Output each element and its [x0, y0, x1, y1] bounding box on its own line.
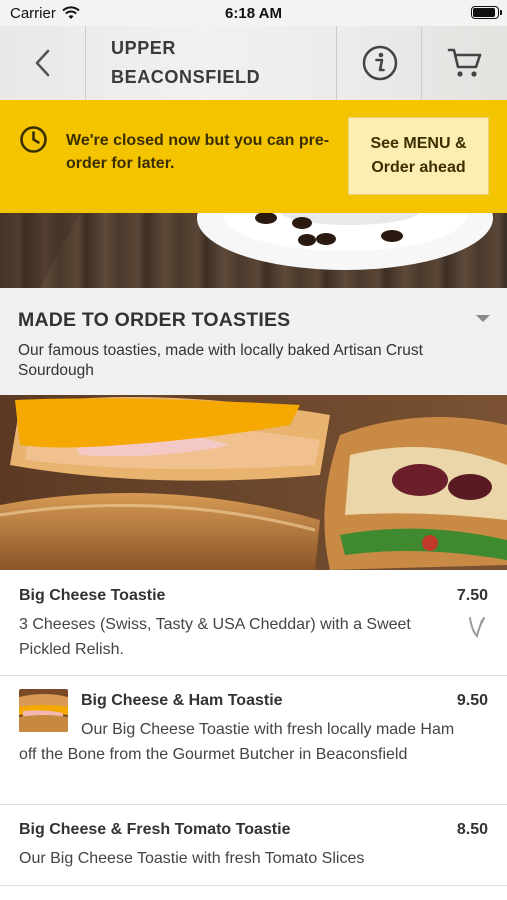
back-button[interactable] — [0, 26, 86, 100]
item-name: Big Cheese & Ham Toastie — [81, 692, 283, 709]
category-header[interactable]: MADE TO ORDER TOASTIES Our famous toasti… — [0, 288, 507, 395]
item-name: Big Cheese & Fresh Tomato Toastie — [19, 821, 291, 838]
menu-item[interactable]: Big Cheese & Ham Toastie 9.50 Our Big Ch… — [0, 676, 507, 805]
menu-item[interactable]: Big Cheese Toastie 7.50 3 Cheeses (Swiss… — [0, 571, 507, 676]
status-bar: Carrier 6:18 AM — [0, 0, 507, 26]
info-button[interactable] — [336, 26, 422, 100]
coffee-hero-image — [0, 213, 507, 288]
item-price: 7.50 — [456, 587, 488, 604]
store-title: UPPER BEACONSFIELD — [111, 38, 261, 87]
vegetarian-leaf-icon — [469, 617, 485, 638]
item-description: 3 Cheeses (Swiss, Tasty & USA Cheddar) w… — [19, 616, 411, 658]
item-description: Our Big Cheese Toastie with fresh Tomato… — [19, 850, 365, 867]
category-title: MADE TO ORDER TOASTIES — [18, 309, 291, 331]
chevron-left-icon — [35, 49, 50, 77]
menu-item[interactable]: Big Cheese & Fresh Tomato Toastie 8.50 O… — [0, 805, 507, 886]
cart-button[interactable] — [422, 26, 507, 100]
item-name: Big Cheese Toastie — [19, 587, 166, 604]
cart-icon — [447, 48, 482, 77]
toastie-hero-image — [0, 395, 507, 570]
info-icon — [362, 45, 398, 81]
item-price: 8.50 — [456, 821, 488, 838]
top-nav-bar: UPPER BEACONSFIELD — [0, 26, 507, 100]
battery-icon — [471, 6, 502, 19]
category-description: Our famous toasties, made with locally b… — [18, 342, 423, 379]
closed-message: We're closed now but you can pre-order f… — [66, 132, 330, 172]
closed-banner: We're closed now but you can pre-order f… — [0, 100, 507, 213]
chevron-down-icon — [476, 315, 490, 322]
see-menu-order-ahead-button[interactable]: See MENU & Order ahead — [348, 117, 489, 195]
clock-icon — [19, 125, 48, 159]
item-price: 9.50 — [456, 692, 488, 709]
clock-time: 6:18 AM — [225, 5, 282, 22]
item-description: Our Big Cheese Toastie with fresh locall… — [19, 721, 455, 763]
